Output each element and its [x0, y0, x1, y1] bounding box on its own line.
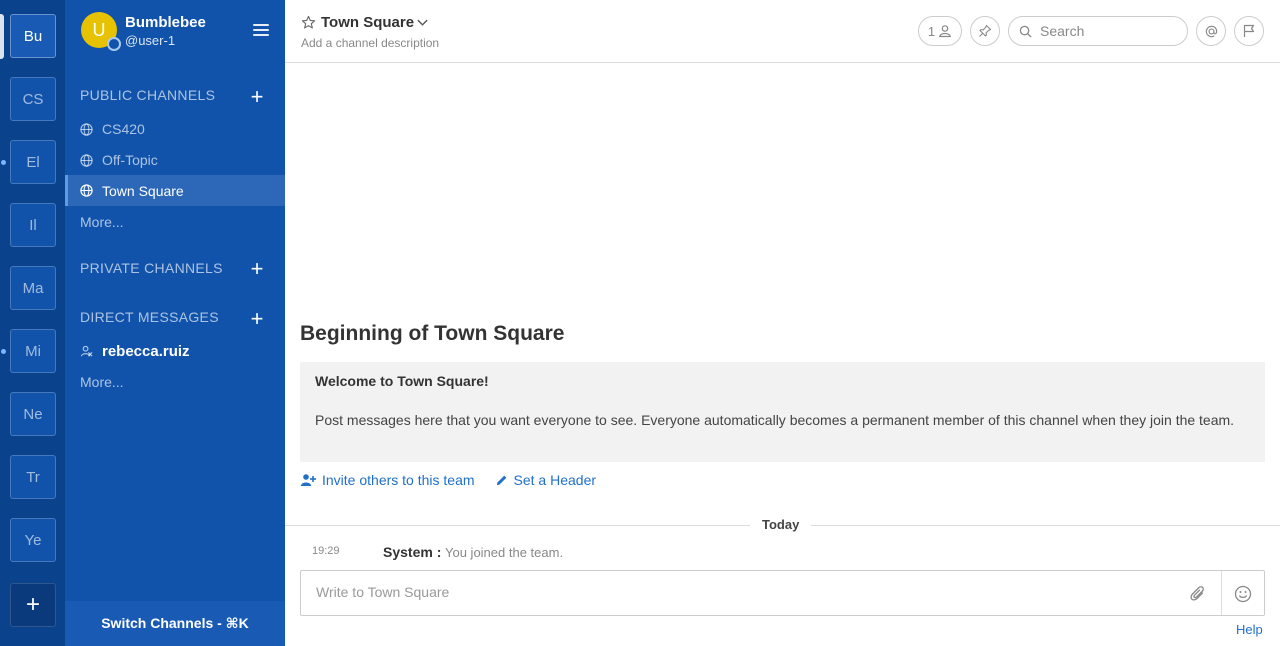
channel-label: Off-Topic	[102, 152, 158, 168]
pencil-icon	[496, 475, 506, 485]
team-button-el[interactable]: El	[10, 140, 56, 184]
team-button-mi[interactable]: Mi	[10, 329, 56, 373]
add-team-button[interactable]: +	[10, 583, 56, 627]
globe-icon	[80, 122, 93, 136]
star-icon[interactable]	[301, 15, 316, 30]
sidebar-item-off-topic[interactable]: Off-Topic	[65, 145, 285, 175]
date-separator-label: Today	[750, 517, 812, 532]
username: @user-1	[125, 33, 176, 48]
intro-description: Post messages here that you want everyon…	[315, 412, 1235, 428]
message-composer	[300, 570, 1265, 616]
switch-channels-button[interactable]: Switch Channels - ⌘K	[65, 601, 285, 646]
unread-dot	[1, 160, 6, 165]
intro-links: Invite others to this team Set a Header	[300, 472, 616, 488]
more-direct-messages-link[interactable]: More...	[80, 374, 124, 390]
flagged-posts-button[interactable]	[1234, 16, 1264, 46]
hamburger-menu-icon[interactable]	[253, 24, 269, 38]
channel-title[interactable]: Town Square	[321, 14, 414, 31]
public-channels-title: PUBLIC CHANNELS	[80, 87, 216, 103]
globe-icon	[80, 153, 93, 167]
search-icon	[1019, 25, 1032, 38]
pinned-posts-button[interactable]	[970, 16, 1000, 46]
globe-icon	[80, 184, 93, 197]
private-channels-title: PRIVATE CHANNELS	[80, 260, 223, 276]
sidebar-item-cs420[interactable]: CS420	[65, 114, 285, 144]
status-icon	[107, 37, 121, 51]
composer-divider	[1221, 571, 1222, 615]
add-public-channel-button[interactable]: +	[248, 86, 266, 108]
mentions-button[interactable]	[1196, 16, 1226, 46]
invite-link-label: Invite others to this team	[322, 472, 475, 488]
offline-status-icon	[80, 345, 93, 357]
sidebar-header: U Bumblebee @user-1	[65, 0, 285, 62]
sidebar-item-rebecca-ruiz[interactable]: rebecca.ruiz	[65, 336, 285, 366]
channel-label: CS420	[102, 121, 145, 137]
team-button-bu[interactable]: Bu	[10, 14, 56, 58]
chevron-down-icon[interactable]	[416, 16, 429, 29]
set-header-link[interactable]: Set a Header	[495, 472, 597, 488]
team-name: Bumblebee	[125, 14, 206, 31]
channel-header: Town Square Add a channel description 1	[285, 0, 1280, 63]
sidebar-item-town-square[interactable]: Town Square	[65, 175, 285, 206]
message-input[interactable]	[316, 584, 1166, 600]
member-count: 1	[927, 23, 936, 39]
team-button-ma[interactable]: Ma	[10, 266, 56, 310]
channel-sidebar: U Bumblebee @user-1 PUBLIC CHANNELS + CS…	[65, 0, 285, 646]
unread-dot	[1, 349, 6, 354]
post-message: You joined the team.	[445, 545, 564, 560]
help-link[interactable]: Help	[1236, 622, 1263, 637]
invite-others-link[interactable]: Invite others to this team	[300, 472, 475, 488]
add-user-icon	[300, 474, 316, 486]
team-button-ye[interactable]: Ye	[10, 518, 56, 562]
direct-messages-title: DIRECT MESSAGES	[80, 309, 219, 325]
team-button-tr[interactable]: Tr	[10, 455, 56, 499]
more-public-channels-link[interactable]: More...	[80, 214, 124, 230]
at-mention-icon	[1205, 25, 1217, 37]
member-count-button[interactable]: 1	[918, 16, 962, 46]
team-button-cs[interactable]: CS	[10, 77, 56, 121]
add-direct-message-button[interactable]: +	[248, 308, 266, 330]
intro-welcome: Welcome to Town Square!	[315, 373, 489, 389]
channel-intro-title: Beginning of Town Square	[300, 322, 565, 345]
channel-intro-box: Welcome to Town Square! Post messages he…	[300, 362, 1265, 462]
search-box[interactable]	[1008, 16, 1188, 46]
attachment-icon[interactable]	[1189, 585, 1207, 603]
add-private-channel-button[interactable]: +	[248, 258, 266, 280]
dm-label: rebecca.ruiz	[102, 342, 190, 360]
channel-description[interactable]: Add a channel description	[301, 36, 439, 50]
pin-icon	[979, 24, 992, 37]
post-time[interactable]: 19:29	[312, 545, 340, 557]
header-link-label: Set a Header	[513, 472, 597, 488]
active-team-indicator	[0, 14, 4, 59]
flag-icon	[1243, 24, 1255, 37]
search-input[interactable]	[1040, 23, 1180, 39]
team-button-ne[interactable]: Ne	[10, 392, 56, 436]
channel-label: Town Square	[102, 182, 184, 199]
main-content: Town Square Add a channel description 1 …	[285, 0, 1280, 646]
emoji-icon[interactable]	[1234, 585, 1252, 603]
team-button-il[interactable]: Il	[10, 203, 56, 247]
member-icon	[939, 25, 951, 38]
team-sidebar: Bu CS El Il Ma Mi Ne Tr Ye +	[0, 0, 65, 646]
post-username[interactable]: System :	[383, 544, 441, 560]
